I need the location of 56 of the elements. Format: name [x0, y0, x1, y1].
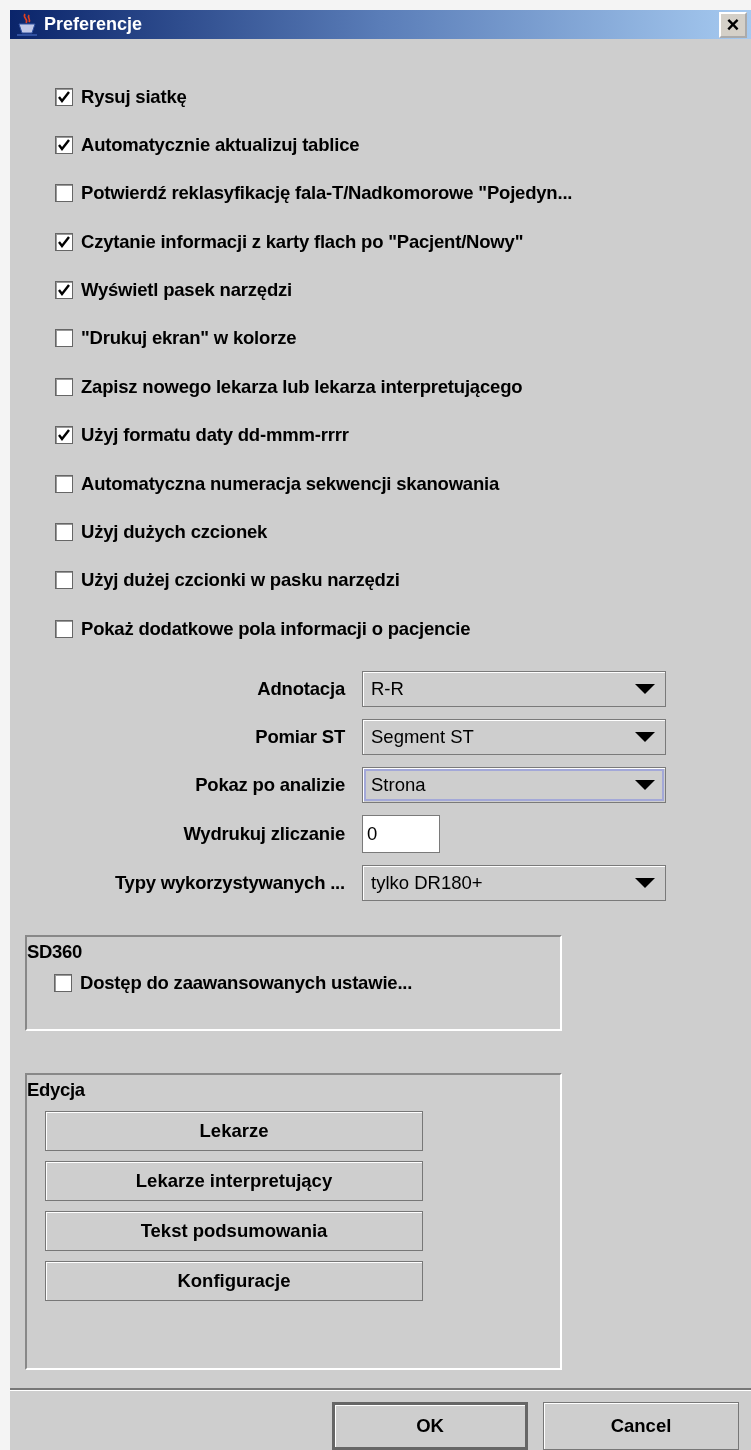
group-title: SD360 [27, 940, 84, 963]
input-field[interactable]: 0 [362, 815, 440, 853]
checkbox-label[interactable]: Wyświetl pasek narzędzi [81, 279, 292, 302]
checkbox[interactable] [54, 974, 72, 992]
setting-label: Adnotacja [256, 678, 345, 700]
checkbox-label[interactable]: Automatycznie aktualizuj tablice [81, 133, 360, 156]
dropdown[interactable]: tylko DR180+ [362, 865, 666, 901]
checkbox-label[interactable]: Automatyczna numeracja sekwencji skanowania [81, 472, 500, 495]
check-icon [58, 235, 70, 248]
caret-icon [635, 780, 655, 790]
checkbox-label[interactable]: Zapisz nowego lekarza lub lekarza interpretującego [81, 375, 523, 398]
checkbox-label[interactable]: Użyj dużych czcionek [81, 521, 268, 543]
check-icon [58, 284, 70, 297]
caret-icon [635, 732, 655, 742]
dropdown[interactable]: R-R [362, 671, 666, 707]
setting-label: Pomiar ST [254, 726, 345, 748]
checkbox-label[interactable]: Pokaż dodatkowe pola informacji o pacjencie [81, 617, 471, 640]
checkbox[interactable] [55, 87, 73, 106]
window-title: Preferencje [44, 14, 144, 36]
caret-icon [635, 878, 655, 888]
group-title: Edycja [27, 1078, 86, 1101]
checkbox-label[interactable]: Dostęp do zaawansowanych ustawie... [80, 972, 413, 994]
checkbox-label[interactable]: "Drukuj ekran" w kolorze [81, 327, 297, 350]
dropdown[interactable]: Strona [362, 767, 666, 803]
checkbox[interactable] [55, 523, 73, 541]
checkbox-label[interactable]: Czytanie informacji z karty flach po "Pacjent/Nowy" [81, 230, 524, 253]
edit-button[interactable]: Tekst podsumowania [45, 1211, 423, 1251]
dialog-button[interactable]: Cancel [543, 1402, 739, 1450]
checkbox[interactable] [55, 426, 73, 445]
checkbox[interactable] [55, 184, 73, 203]
checkbox[interactable] [55, 329, 73, 348]
cup-icon [16, 11, 38, 38]
close-button[interactable]: × [719, 11, 747, 38]
setting-label: Typy wykorzystywanych ... [113, 872, 345, 894]
dropdown[interactable]: Segment ST [362, 719, 666, 755]
checkbox[interactable] [55, 619, 73, 638]
checkbox-label[interactable]: Użyj dużej czcionki w pasku narzędzi [81, 569, 400, 592]
checkbox[interactable] [55, 232, 73, 251]
edit-button[interactable]: Lekarze [45, 1111, 423, 1151]
setting-label: Wydrukuj zliczanie [182, 823, 345, 845]
checkbox-label[interactable]: Rysuj siatkę [81, 85, 187, 108]
check-icon [58, 429, 70, 442]
checkbox[interactable] [55, 571, 73, 590]
checkbox[interactable] [55, 474, 73, 493]
check-icon [58, 90, 70, 103]
edit-button[interactable]: Konfiguracje [45, 1261, 423, 1301]
checkbox[interactable] [55, 377, 73, 396]
checkbox[interactable] [55, 281, 73, 300]
caret-icon [635, 684, 655, 694]
dialog-button[interactable]: OK [332, 1402, 528, 1450]
checkbox-label[interactable]: Użyj formatu daty dd-mmm-rrrr [81, 424, 349, 447]
edit-button[interactable]: Lekarze interpretujący [45, 1161, 423, 1201]
setting-label: Pokaz po analizie [194, 774, 345, 796]
checkbox-label[interactable]: Potwierdź reklasyfikację fala-T/Nadkomorowe "Pojedyn... [81, 182, 573, 205]
checkbox[interactable] [55, 135, 73, 154]
check-icon [58, 138, 70, 151]
